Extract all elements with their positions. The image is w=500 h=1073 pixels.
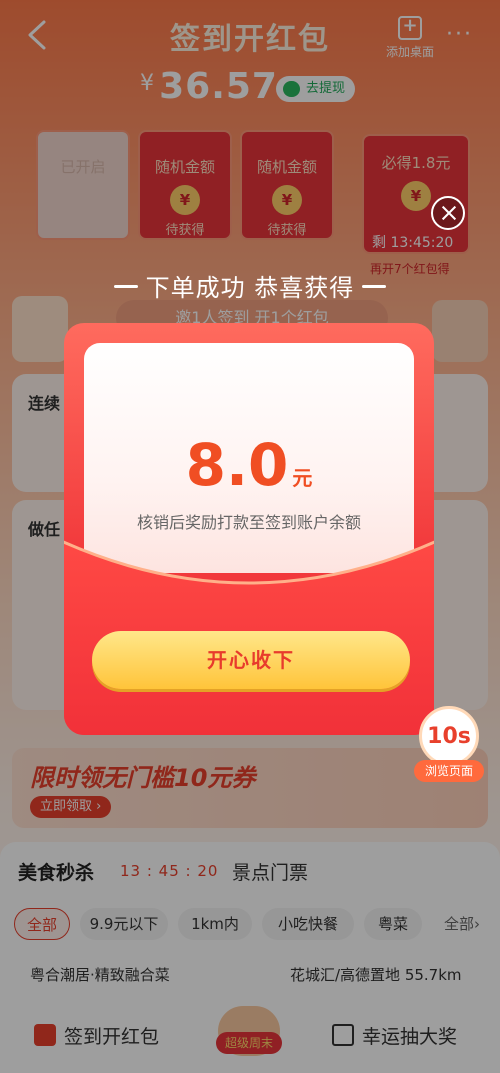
browse-countdown[interactable]: 10s 浏览页面 <box>414 706 484 786</box>
reward-envelope: 8.0 元 核销后奖励打款至签到账户余额 开心收下 <box>64 323 434 735</box>
reward-amount: 8.0 元 <box>84 431 414 499</box>
reward-amount-value: 8.0 <box>185 431 289 499</box>
close-popup-button[interactable] <box>431 196 465 230</box>
divider-left <box>113 285 138 288</box>
countdown-value: 10s <box>419 706 479 766</box>
accept-reward-button[interactable]: 开心收下 <box>92 631 410 689</box>
reward-amount-unit: 元 <box>292 466 313 490</box>
headline-text: 下单成功 恭喜获得 <box>145 274 355 302</box>
countdown-label: 浏览页面 <box>414 760 484 782</box>
popup-headline: 下单成功 恭喜获得 <box>0 268 500 303</box>
divider-right <box>362 285 387 288</box>
envelope-flap <box>64 540 434 735</box>
